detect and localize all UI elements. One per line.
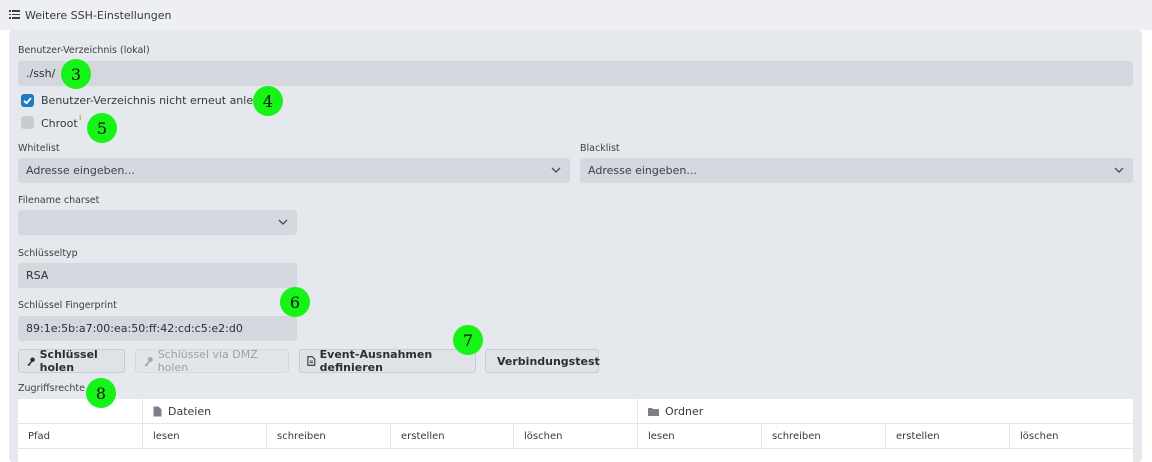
folder-icon (648, 408, 659, 416)
fingerprint-value: 89:1e:5b:a7:00:ea:50:ff:42:cd:c5:e2:d0 (26, 322, 243, 335)
keytype-value: RSA (26, 269, 49, 282)
fingerprint-field: 89:1e:5b:a7:00:ea:50:ff:42:cd:c5:e2:d0 (18, 316, 297, 341)
annotation-marker: 5 (87, 113, 117, 143)
fetch-key-dmz-label: Schlüssel via DMZ holen (157, 348, 258, 374)
blacklist-select[interactable]: Adresse eingeben... (580, 158, 1133, 183)
col-folders-delete[interactable]: löschen (1009, 424, 1133, 449)
whitelist-placeholder: Adresse eingeben... (26, 164, 135, 177)
access-label: Zugriffsrechte (18, 383, 85, 394)
event-exceptions-button[interactable]: Event-Ausnahmen definieren (299, 348, 476, 374)
charset-label: Filename charset (18, 195, 100, 206)
annotation-marker: 4 (253, 86, 283, 116)
keytype-label: Schlüsseltyp (18, 248, 78, 259)
chroot-checkbox[interactable] (21, 116, 34, 129)
fetch-key-button[interactable]: Schlüssel holen (18, 348, 125, 374)
fetch-key-label: Schlüssel holen (39, 348, 98, 374)
key-icon (144, 356, 153, 366)
fetch-key-dmz-button[interactable]: Schlüssel via DMZ holen (135, 348, 289, 374)
table-header-cell (18, 399, 142, 424)
chevron-down-icon (551, 167, 561, 173)
chroot-label: Chroot (41, 117, 78, 130)
connection-test-button[interactable]: Verbindungstest (485, 349, 600, 373)
group-folders-label: Ordner (665, 405, 704, 418)
whitelist-select[interactable]: Adresse eingeben... (18, 158, 570, 183)
document-icon (307, 356, 316, 366)
annotation-marker: 8 (86, 378, 116, 408)
col-folders-write[interactable]: schreiben (761, 424, 885, 449)
keytype-field: RSA (18, 263, 297, 288)
user-dir-input[interactable]: ./ssh/ (18, 61, 1133, 86)
col-files-write[interactable]: schreiben (266, 424, 390, 449)
blacklist-placeholder: Adresse eingeben... (588, 164, 697, 177)
col-folders-read[interactable]: lesen (637, 424, 761, 449)
col-files-delete[interactable]: löschen (513, 424, 637, 449)
user-dir-value: ./ssh/ (26, 67, 56, 80)
no-recreate-checkbox[interactable] (21, 94, 34, 107)
col-files-read[interactable]: lesen (142, 424, 266, 449)
key-icon (27, 356, 35, 366)
connection-test-label: Verbindungstest (497, 354, 600, 368)
group-files-header: Dateien (142, 399, 637, 424)
col-folders-create[interactable]: erstellen (885, 424, 1009, 449)
charset-select[interactable] (18, 210, 297, 235)
user-dir-label: Benutzer-Verzeichnis (lokal) (18, 45, 150, 56)
annotation-marker: 6 (280, 287, 310, 317)
checkmark-icon (23, 97, 32, 105)
col-files-create[interactable]: erstellen (390, 424, 513, 449)
section-header[interactable]: Weitere SSH-Einstellungen (0, 0, 1152, 30)
annotation-marker: 3 (61, 59, 91, 89)
file-icon (153, 406, 162, 417)
chevron-down-icon (1114, 167, 1124, 173)
event-exceptions-label: Event-Ausnahmen definieren (319, 348, 433, 374)
access-table: Dateien Ordner Pfad lesen schreiben erst… (18, 399, 1133, 462)
table-group-header: Dateien Ordner (18, 399, 1133, 424)
info-icon[interactable]: i (79, 114, 81, 122)
col-path[interactable]: Pfad (18, 424, 142, 449)
chevron-down-icon (278, 219, 288, 225)
no-recreate-label: Benutzer-Verzeichnis nicht erneut anlege… (41, 94, 274, 107)
section-title: Weitere SSH-Einstellungen (25, 9, 172, 22)
table-column-header: Pfad lesen schreiben erstellen löschen l… (18, 424, 1133, 449)
group-folders-header: Ordner (637, 399, 1133, 424)
annotation-marker: 7 (453, 325, 483, 355)
whitelist-label: Whitelist (18, 143, 60, 154)
fingerprint-label: Schlüssel Fingerprint (18, 300, 117, 311)
blacklist-label: Blacklist (580, 143, 620, 154)
group-files-label: Dateien (168, 405, 212, 418)
list-icon (9, 10, 20, 19)
